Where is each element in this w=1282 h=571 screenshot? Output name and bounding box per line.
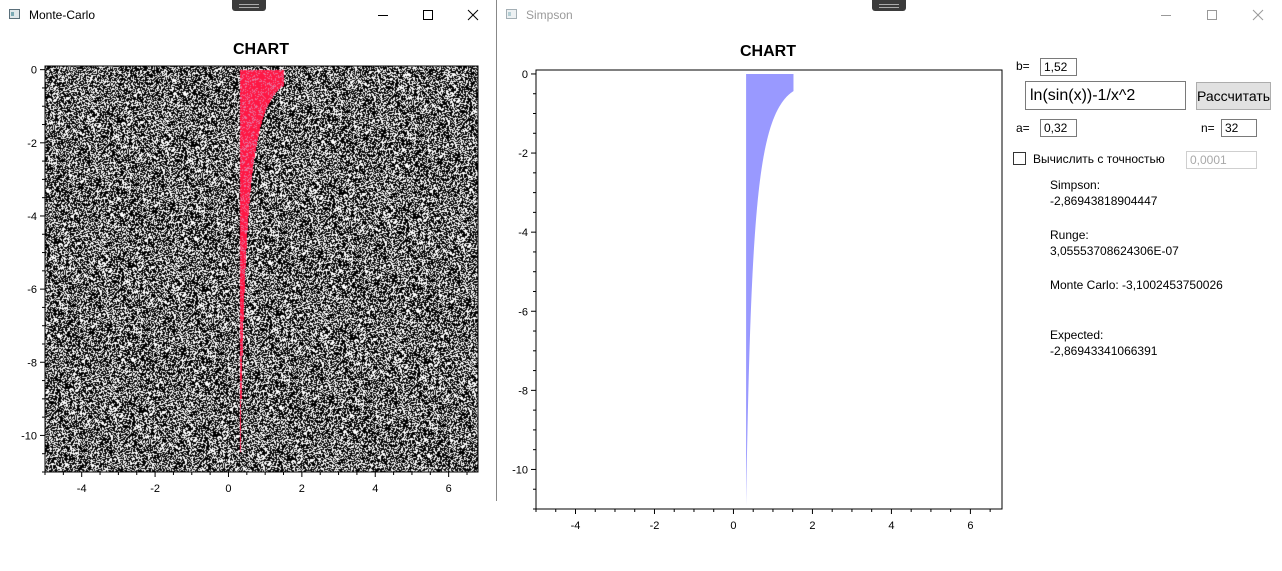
chart-title: CHART — [740, 43, 796, 60]
x-tick-label: -4 — [571, 520, 581, 532]
x-tick-label: -2 — [150, 483, 160, 495]
y-tick-label: -10 — [21, 430, 37, 442]
simpson-window: Simpson — [497, 0, 1282, 520]
b-input[interactable] — [1040, 58, 1077, 76]
precision-checkbox[interactable] — [1013, 152, 1026, 165]
x-tick-label: 0 — [730, 520, 736, 532]
close-button[interactable] — [1235, 0, 1281, 31]
a-label: a= — [1016, 121, 1030, 135]
random-points-layer — [45, 66, 478, 472]
runge-result-value: 3,05553708624306E-07 — [1050, 244, 1179, 258]
a-input[interactable] — [1040, 119, 1077, 137]
x-tick-label: 4 — [888, 520, 894, 532]
simpson-titlebar[interactable]: Simpson — [497, 0, 1282, 31]
expected-result-label: Expected: — [1050, 328, 1104, 342]
x-tick-label: 4 — [372, 483, 378, 495]
window-title: Simpson — [526, 8, 573, 22]
x-tick-label: -4 — [77, 483, 87, 495]
runge-result: Runge: 3,05553708624306E-07 — [1050, 227, 1179, 259]
minimize-button[interactable] — [1143, 0, 1189, 31]
function-input[interactable] — [1025, 81, 1186, 110]
x-tick-label: 2 — [299, 483, 305, 495]
expected-result: Expected: -2,86943341066391 — [1050, 327, 1157, 359]
minimize-icon — [1161, 15, 1171, 16]
x-tick-label: 6 — [446, 483, 452, 495]
runge-result-label: Runge: — [1050, 228, 1089, 242]
calculate-button[interactable]: Рассчитать — [1196, 82, 1271, 110]
x-tick-label: 0 — [225, 483, 231, 495]
expected-result-value: -2,86943341066391 — [1050, 344, 1158, 358]
precision-input[interactable] — [1186, 151, 1257, 169]
y-tick-label: -4 — [27, 211, 37, 223]
monte-carlo-result: Monte Carlo: -3,1002453750026 — [1050, 278, 1223, 292]
monte-carlo-window: Monte-Carlo CHART -4 -2 0 2 4 6 0 -2 -4 -6 -8 -10 — [0, 0, 497, 501]
y-tick-label: -8 — [27, 357, 37, 369]
close-icon — [1252, 9, 1264, 21]
app-icon — [506, 9, 517, 19]
x-tick-label: 2 — [809, 520, 815, 532]
n-input[interactable] — [1221, 119, 1257, 137]
monte-carlo-chart: -4 -2 0 2 4 6 0 -2 -4 -6 -8 -10 — [21, 65, 479, 495]
drag-handle-icon[interactable] — [872, 0, 906, 11]
precision-checkbox-label[interactable]: Вычислить с точностью — [1033, 152, 1165, 166]
x-tick-label: 6 — [967, 520, 973, 532]
y-tick-label: 0 — [31, 65, 37, 77]
simpson-result: Simpson: -2,86943818904447 — [1050, 177, 1157, 209]
maximize-button[interactable] — [1189, 0, 1235, 31]
simpson-result-label: Simpson: — [1050, 178, 1101, 192]
x-tick-label: -2 — [650, 520, 660, 532]
y-tick-label: -6 — [27, 284, 37, 296]
y-tick-label: -2 — [27, 138, 37, 150]
n-label: n= — [1201, 121, 1215, 135]
b-label: b= — [1016, 59, 1030, 73]
maximize-icon — [1207, 10, 1217, 20]
simpson-result-value: -2,86943818904447 — [1050, 194, 1158, 208]
